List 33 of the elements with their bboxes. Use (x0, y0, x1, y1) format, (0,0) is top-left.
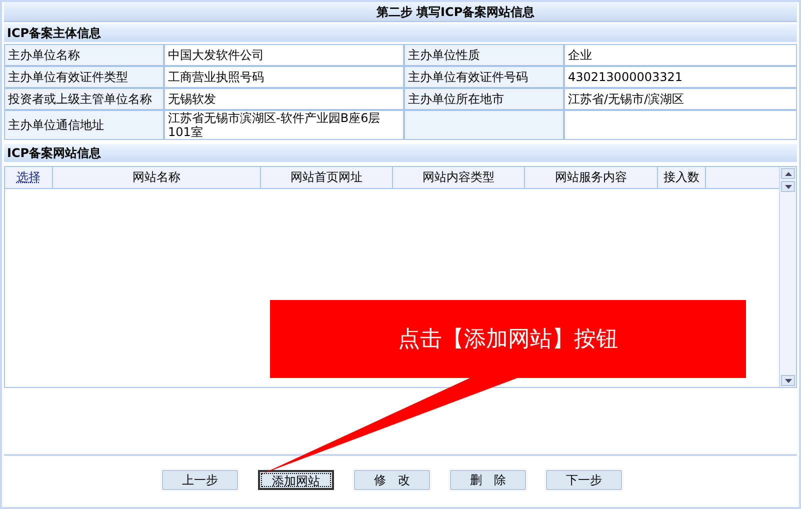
field-label: 主办单位通信地址 (5, 111, 163, 139)
column-header: 网站内容类型 (393, 167, 525, 188)
page-title: 第二步 填写ICP备案网站信息 (4, 2, 797, 22)
column-header: 网站首页网址 (261, 167, 393, 188)
action-button[interactable]: 添加网站 (258, 470, 334, 490)
action-button[interactable]: 上一步 (162, 470, 238, 490)
field-label: 主办单位有效证件类型 (5, 67, 163, 87)
field-label: 主办单位所在地市 (405, 89, 563, 109)
column-header: 接入数 (658, 167, 706, 188)
field-value: 江苏省无锡市滨湖区-软件产业园B座6层101室 (165, 111, 403, 139)
scrollbar[interactable] (779, 167, 796, 387)
field-value: 企业 (565, 45, 796, 65)
section-heading: ICP备案网站信息 (4, 144, 797, 162)
field-label: 主办单位名称 (5, 45, 163, 65)
select-link[interactable]: 选择 (5, 167, 53, 188)
action-button[interactable]: 删 除 (450, 470, 526, 490)
action-button[interactable]: 下一步 (546, 470, 622, 490)
column-header: 网站服务内容 (525, 167, 658, 188)
callout-box: 点击【添加网站】按钮 (270, 300, 746, 378)
field-value: 无锡软发 (165, 89, 403, 109)
section-heading: ICP备案主体信息 (4, 24, 797, 42)
field-label: 主办单位性质 (405, 45, 563, 65)
field-label: 投资者或上级主管单位名称 (5, 89, 163, 109)
scroll-down-icon[interactable] (781, 375, 795, 386)
scroll-up-icon[interactable] (781, 168, 795, 179)
scroll-down-icon[interactable] (781, 181, 795, 192)
field-label: 主办单位有效证件号码 (405, 67, 563, 87)
action-button[interactable]: 修 改 (354, 470, 430, 490)
field-value: 中国大发软件公司 (165, 45, 403, 65)
field-value: 430213000003321 (565, 67, 796, 87)
field-value: 工商营业执照号码 (165, 67, 403, 87)
column-header: 网站名称 (53, 167, 261, 188)
field-value: 江苏省/无锡市/滨湖区 (565, 89, 796, 109)
